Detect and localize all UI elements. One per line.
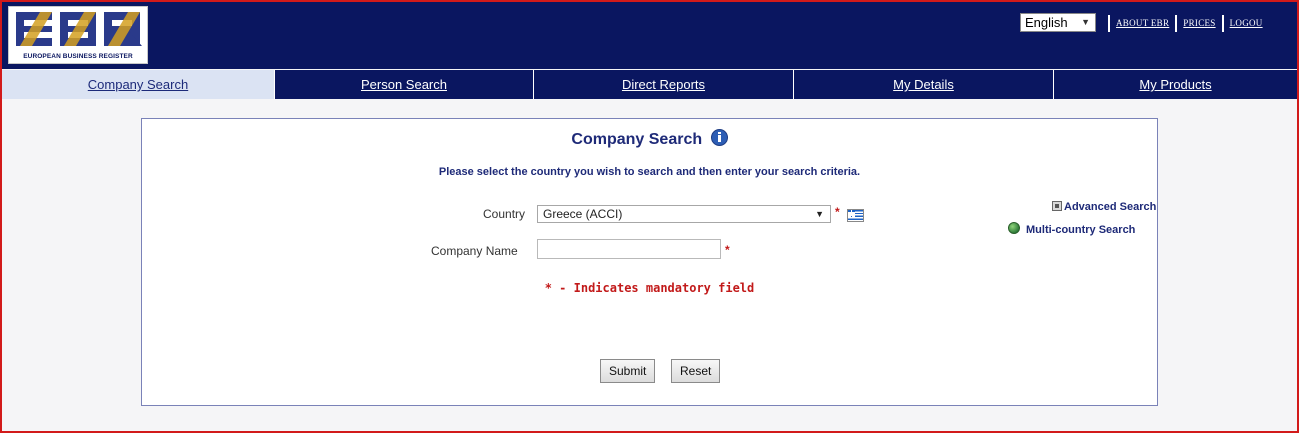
- company-name-label: Company Name: [431, 244, 518, 258]
- multi-country-search-label: Multi-country Search: [1026, 224, 1136, 236]
- search-instruction: Please select the country you wish to se…: [438, 166, 861, 178]
- tab-my-products[interactable]: My Products: [1053, 70, 1297, 99]
- dropdown-arrow-icon: ▼: [815, 209, 824, 219]
- advanced-search-label: Advanced Search: [1064, 201, 1157, 213]
- link-separator: [1175, 14, 1178, 32]
- submit-button[interactable]: Submit: [600, 359, 656, 383]
- company-search-panel: Company Search Please select the country…: [141, 118, 1158, 406]
- language-select[interactable]: English ▼: [1020, 13, 1096, 32]
- logo-subtitle: EUROPEAN BUSINESS REGISTER: [23, 53, 133, 60]
- info-icon[interactable]: [710, 129, 728, 146]
- required-mark: *: [835, 205, 840, 219]
- page-frame: EUROPEAN BUSINESS REGISTER English ▼ ABO…: [0, 0, 1299, 433]
- top-links: ABOUT EBR PRICES LOGOU: [1102, 14, 1263, 32]
- tab-person-search[interactable]: Person Search: [274, 70, 533, 99]
- about-ebr-link[interactable]: ABOUT EBR: [1116, 18, 1169, 28]
- link-separator: [1221, 14, 1224, 32]
- globe-icon: [1008, 222, 1020, 234]
- ebr-logo-mark: [16, 12, 142, 46]
- main-nav-tabs: Company Search Person Search Direct Repo…: [2, 70, 1297, 99]
- greece-flag-icon: [847, 209, 864, 222]
- language-value: English: [1025, 15, 1068, 30]
- country-label: Country: [483, 207, 526, 221]
- mandatory-field-note: * - Indicates mandatory field: [544, 281, 755, 295]
- ebr-logo[interactable]: EUROPEAN BUSINESS REGISTER: [8, 6, 148, 64]
- tab-direct-reports[interactable]: Direct Reports: [533, 70, 793, 99]
- dropdown-arrow-icon: ▼: [1081, 17, 1090, 27]
- multi-country-search-link[interactable]: Multi-country Search: [1008, 222, 1135, 236]
- required-mark: *: [725, 243, 730, 257]
- country-value: Greece (ACCI): [543, 207, 623, 221]
- advanced-search-icon: [1052, 201, 1062, 211]
- header-bar: EUROPEAN BUSINESS REGISTER English ▼ ABO…: [2, 2, 1297, 69]
- prices-link[interactable]: PRICES: [1183, 18, 1215, 28]
- tab-my-details[interactable]: My Details: [793, 70, 1053, 99]
- panel-title-text: Company Search: [571, 131, 703, 148]
- panel-title: Company Search: [142, 129, 1157, 149]
- tab-company-search[interactable]: Company Search: [2, 70, 274, 99]
- link-separator: [1108, 14, 1110, 32]
- company-name-input[interactable]: [537, 239, 721, 259]
- logout-link[interactable]: LOGOU: [1230, 18, 1263, 28]
- country-select[interactable]: Greece (ACCI) ▼: [537, 205, 831, 223]
- advanced-search-link[interactable]: Advanced Search: [1052, 201, 1156, 213]
- reset-button[interactable]: Reset: [671, 359, 721, 383]
